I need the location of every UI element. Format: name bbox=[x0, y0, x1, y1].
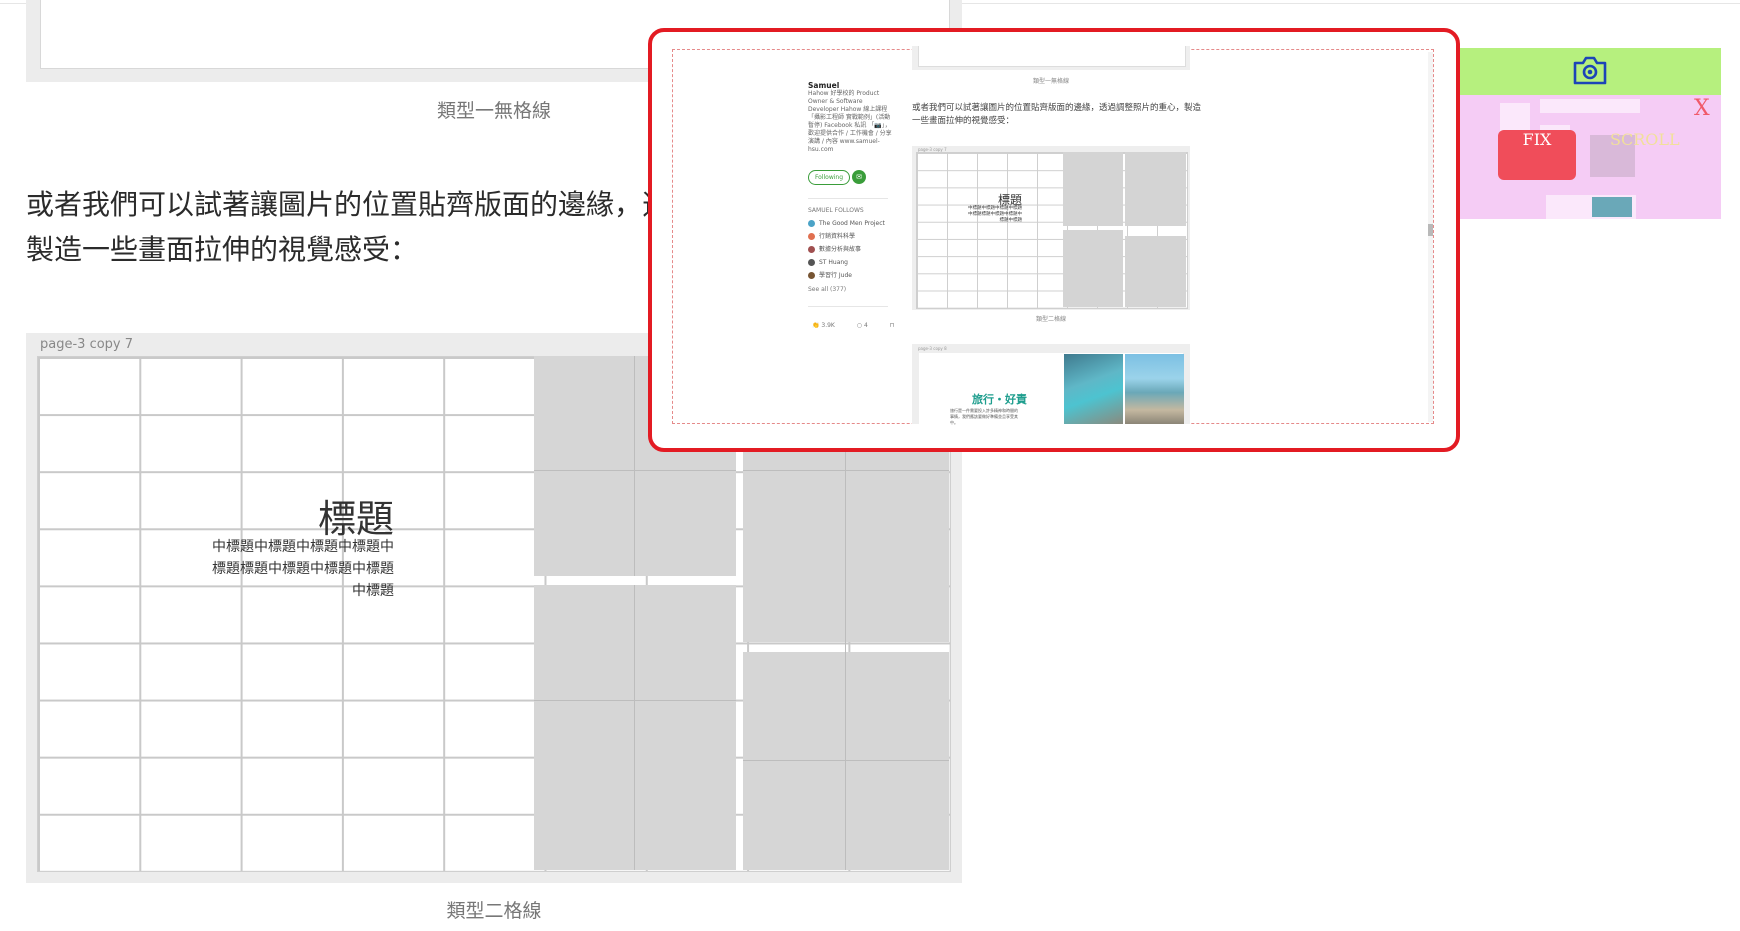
preview-grid-subtitle: 中標題中標題中標題中標題中標題標題中標題中標題中標題中標題 bbox=[968, 206, 1022, 223]
preview-subscribe-icon[interactable]: ✉ bbox=[852, 170, 866, 184]
grid-image-block bbox=[743, 652, 949, 870]
preview-photo bbox=[1064, 354, 1123, 424]
preview-grid-block bbox=[1063, 152, 1123, 226]
preview-follow-item[interactable]: ST Huang bbox=[808, 258, 898, 268]
avatar bbox=[808, 259, 815, 266]
camera-icon[interactable] bbox=[1572, 54, 1608, 86]
grid-image-divider bbox=[634, 356, 635, 576]
fix-button-label[interactable]: FIX bbox=[1498, 130, 1576, 149]
grid-subtitle: 中標題中標題中標題中標題中 標題標題中標題中標題中標題 中標題 bbox=[200, 536, 394, 602]
preview-grid-block bbox=[1125, 152, 1186, 226]
preview-photo bbox=[1125, 354, 1184, 424]
preview-figure-type1 bbox=[912, 46, 1190, 70]
close-button[interactable]: X bbox=[1694, 96, 1710, 121]
avatar bbox=[808, 233, 815, 240]
clap-count: 3.9K bbox=[821, 322, 835, 329]
avatar bbox=[808, 272, 815, 279]
grid-image-divider bbox=[743, 760, 949, 761]
preview-travel-text: 旅行是一件需要投入許多精神和時間的事情，我們應該要做好準備並且享受其中。 bbox=[950, 408, 1018, 425]
preview-caption-type2: 類型二格線 bbox=[1035, 316, 1066, 323]
scroll-button[interactable]: SCROLL bbox=[1610, 130, 1680, 149]
avatar bbox=[808, 220, 815, 227]
preview-author-card: Samuel Hahow 好學校的 Product Owner & Softwa… bbox=[808, 82, 892, 154]
response-icon[interactable]: ○ 4 bbox=[857, 322, 878, 329]
preview-travel-title: 旅行・好責 bbox=[972, 393, 1027, 406]
preview-author-bio: Hahow 好學校的 Product Owner & Software Deve… bbox=[808, 90, 892, 153]
preview-stats: 👏 3.9K ○ 4 ⊓ bbox=[812, 322, 904, 329]
preview-following-button[interactable]: Following bbox=[808, 170, 850, 185]
scrollbar-thumb[interactable] bbox=[1428, 224, 1433, 236]
grid-title: 標題 bbox=[317, 497, 394, 541]
grid-image-divider bbox=[634, 585, 635, 870]
thumbnail-block bbox=[1540, 99, 1640, 113]
grid-image-divider bbox=[743, 470, 949, 471]
preview-paragraph: 或者我們可以試著讓圖片的位置貼齊版面的邊緣，透過調整照片的重心，製造一些畫面拉伸… bbox=[912, 103, 1202, 126]
preview-follow-item[interactable]: 行銷資料科學 bbox=[808, 232, 898, 242]
divider bbox=[808, 306, 888, 307]
preview-follow-item[interactable]: The Good Men Project bbox=[808, 219, 898, 229]
preview-figure3-label: page-3 copy 8 bbox=[918, 346, 947, 351]
preview-see-all-link[interactable]: See all (377) bbox=[808, 286, 846, 293]
caption-type2: 類型二格線 bbox=[446, 900, 542, 922]
grid-subtitle-line: 中標題中標題中標題中標題中 bbox=[212, 539, 394, 555]
clap-icon[interactable]: 👏 3.9K bbox=[812, 322, 845, 329]
divider bbox=[808, 198, 888, 199]
figure-label: page-3 copy 7 bbox=[40, 337, 134, 352]
preview-caption-type1: 類型一無格線 bbox=[1032, 78, 1069, 85]
grid-image-block bbox=[534, 585, 736, 870]
avatar bbox=[808, 246, 815, 253]
grid-image-divider bbox=[534, 470, 736, 471]
preview-author-name: Samuel bbox=[808, 81, 840, 90]
grid-image-divider bbox=[534, 700, 736, 701]
thumbnail-photo bbox=[1592, 197, 1632, 217]
preview-follow-item[interactable]: 數據分析與故事 bbox=[808, 245, 898, 255]
bookmark-icon[interactable]: ⊓ bbox=[890, 322, 895, 329]
preview-scrollbar[interactable] bbox=[1428, 52, 1433, 422]
grid-subtitle-line: 標題標題中標題中標題中標題 bbox=[212, 561, 394, 577]
response-count: 4 bbox=[863, 322, 868, 329]
preview-grid-block bbox=[1063, 230, 1123, 307]
preview-follows-title: SAMUEL FOLLOWS bbox=[808, 207, 864, 214]
preview-follow-item[interactable]: 學習行 Jude bbox=[808, 271, 898, 281]
grid-subtitle-line: 中標題 bbox=[352, 583, 394, 599]
preview-grid-block bbox=[1125, 236, 1186, 307]
